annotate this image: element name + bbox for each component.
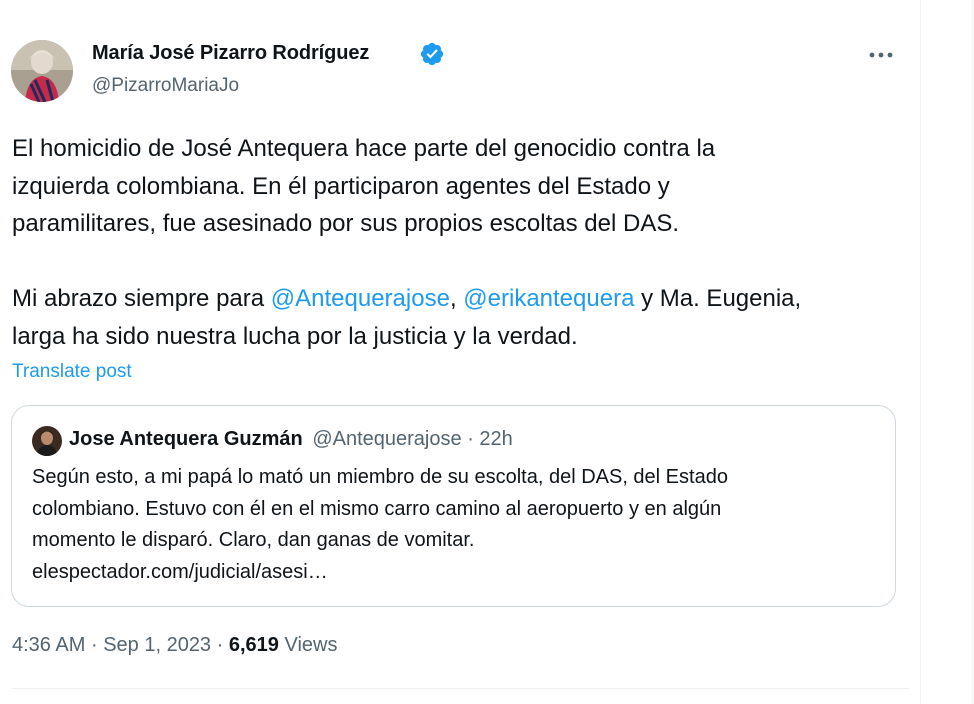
tweet-text-line: izquierda colombiana. En él participaron…: [12, 168, 912, 206]
quoted-author-avatar[interactable]: [32, 426, 62, 456]
separator-dot: ·: [90, 634, 98, 656]
text-segment: larga ha sido nuestra lucha por la justi…: [12, 322, 578, 350]
text-segment: y Ma. Eugenia,: [634, 285, 802, 312]
tweet-meta: 4:36 AM · Sep 1, 2023 · 6,619 Views: [12, 634, 337, 657]
quoted-link-text: elespectador.com/judicial/asesi…: [32, 560, 328, 583]
quoted-text-line: momento le disparó. Claro, dan ganas de …: [32, 529, 475, 551]
quoted-tweet-header: Jose Antequera Guzmán @Antequerajose · 2…: [69, 428, 513, 451]
views-label: Views: [284, 634, 338, 656]
quoted-tweet-time: 22h: [479, 428, 513, 450]
quoted-text-line: Según esto, a mi papá lo mató un miembro…: [32, 466, 728, 488]
author-name[interactable]: María José Pizarro Rodríguez: [92, 42, 369, 65]
quoted-author-name: Jose Antequera Guzmán: [69, 428, 303, 450]
quoted-text-line: colombiano. Estuvo con él en el mismo ca…: [32, 497, 722, 520]
tweet-detail-column: María José Pizarro Rodríguez @PizarroMar…: [0, 0, 921, 704]
tweet-text-line: larga ha sido nuestra lucha por la justi…: [12, 318, 912, 356]
profile-photo-avatar: [32, 426, 62, 456]
translate-post-link[interactable]: Translate post: [12, 361, 132, 383]
text-segment: El homicidio de José Antequera hace part…: [12, 135, 716, 162]
text-segment: paramilitares, fue asesinado por sus pro…: [12, 210, 680, 237]
right-sidebar: [922, 0, 974, 704]
divider: [12, 688, 909, 689]
text-segment: izquierda colombiana. En él participaron…: [12, 172, 670, 200]
author-handle[interactable]: @PizarroMariaJo: [92, 75, 239, 97]
quoted-tweet-text: Según esto, a mi papá lo mató un miembro…: [32, 462, 882, 588]
profile-photo-avatar: [11, 40, 73, 102]
verified-badge-icon[interactable]: [419, 41, 445, 67]
more-horizontal-icon: [869, 52, 893, 58]
tweet-text-line: El homicidio de José Antequera hace part…: [12, 130, 912, 168]
app-stage: María José Pizarro Rodríguez @PizarroMar…: [0, 0, 974, 704]
tweet-text-line: paramilitares, fue asesinado por sus pro…: [12, 205, 912, 243]
tweet-text-line: Mi abrazo siempre para @Antequerajose, @…: [12, 280, 912, 318]
author-avatar[interactable]: [11, 40, 73, 102]
separator-dot: ·: [467, 428, 474, 450]
separator-dot: ·: [216, 634, 224, 656]
mention-link[interactable]: @erikantequera: [463, 285, 634, 312]
more-options-button[interactable]: [862, 38, 900, 72]
tweet-text: El homicidio de José Antequera hace part…: [12, 130, 912, 355]
text-segment: ,: [449, 285, 464, 312]
text-segment: Mi abrazo siempre para: [12, 285, 271, 312]
mention-link[interactable]: @Antequerajose: [271, 285, 450, 312]
views-count: 6,619: [228, 634, 279, 656]
tweet-date[interactable]: Sep 1, 2023: [103, 634, 211, 656]
tweet-time[interactable]: 4:36 AM: [12, 634, 85, 656]
quoted-author-handle: @Antequerajose: [312, 428, 462, 450]
quoted-tweet-card[interactable]: Jose Antequera Guzmán @Antequerajose · 2…: [11, 405, 896, 607]
